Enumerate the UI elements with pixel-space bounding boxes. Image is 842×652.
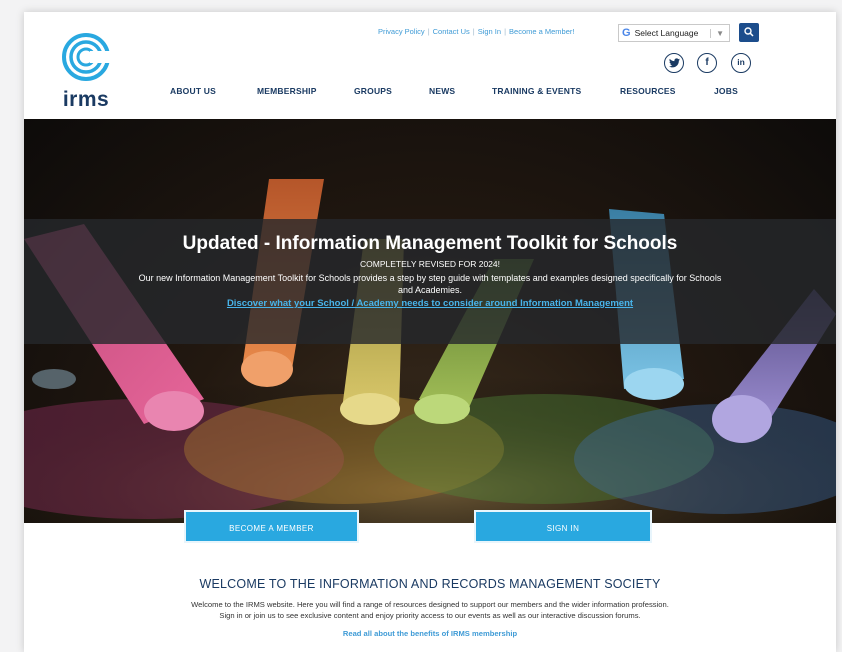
nav-about-us[interactable]: ABOUT US [170, 86, 216, 96]
privacy-policy-link[interactable]: Privacy Policy [378, 27, 425, 36]
welcome-title: WELCOME TO THE INFORMATION AND RECORDS M… [199, 577, 661, 591]
hero-subtitle: COMPLETELY REVISED FOR 2024! [360, 259, 500, 269]
nav-groups[interactable]: GROUPS [354, 86, 392, 96]
top-links: Privacy Policy | Contact Us | Sign In | Become… [378, 27, 575, 36]
browser-page: irms Privacy Policy | Contact Us | Sign In | B… [24, 12, 836, 652]
sign-in-link[interactable]: Sign In [478, 27, 501, 36]
become-member-button[interactable]: BECOME A MEMBER [184, 510, 359, 543]
hero-title: Updated - Information Management Toolkit… [182, 233, 678, 254]
language-select[interactable]: G Select Language ▼ [618, 24, 730, 42]
contact-us-link[interactable]: Contact Us [433, 27, 470, 36]
nav-resources[interactable]: RESOURCES [620, 86, 676, 96]
linkedin-icon[interactable]: in [731, 53, 751, 73]
nav-membership[interactable]: MEMBERSHIP [257, 86, 317, 96]
membership-benefits-link[interactable]: Read all about the benefits of IRMS memb… [24, 629, 836, 638]
hero-section: Updated - Information Management Toolkit… [24, 119, 836, 523]
search-icon [744, 27, 754, 37]
hero-link[interactable]: Discover what your School / Academy need… [24, 298, 836, 309]
logo-swirl-icon [62, 33, 110, 81]
main-nav: ABOUT US MEMBERSHIP GROUPS NEWS TRAINING… [24, 86, 836, 102]
nav-news[interactable]: NEWS [429, 86, 455, 96]
language-select-label: Select Language [634, 28, 699, 38]
facebook-icon[interactable]: f [697, 53, 717, 73]
chevron-down-icon: ▼ [710, 28, 729, 38]
twitter-icon[interactable] [664, 53, 684, 73]
nav-jobs[interactable]: JOBS [714, 86, 738, 96]
welcome-line-1: Welcome to the IRMS website. Here you wi… [191, 600, 669, 609]
welcome-line-2: Sign in or join us to see exclusive cont… [219, 611, 641, 620]
hero-description: Our new Information Management Toolkit f… [138, 273, 722, 295]
google-g-icon: G [622, 27, 631, 39]
welcome-text: Welcome to the IRMS website. Here you wi… [64, 599, 796, 621]
become-member-link[interactable]: Become a Member! [509, 27, 574, 36]
nav-training-events[interactable]: TRAINING & EVENTS [492, 86, 581, 96]
sign-in-button[interactable]: SIGN IN [474, 510, 652, 543]
hero-banner: Updated - Information Management Toolkit… [24, 219, 836, 344]
search-button[interactable] [739, 23, 759, 42]
